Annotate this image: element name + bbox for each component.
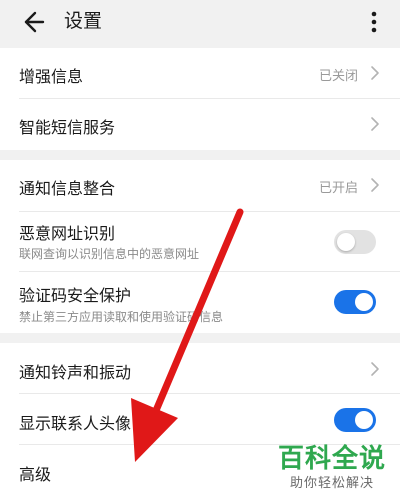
- toggle-knob: [355, 293, 373, 311]
- setting-smart-sms-service[interactable]: 智能短信服务: [0, 99, 400, 150]
- top-app-bar: 设置: [0, 0, 400, 44]
- setting-label: 智能短信服务: [19, 118, 116, 137]
- setting-label: 高级: [19, 465, 52, 484]
- page-title: 设置: [64, 10, 103, 32]
- setting-label: 验证码安全保护: [19, 286, 132, 305]
- setting-label: 通知信息整合: [19, 179, 116, 198]
- setting-verification-code-protection: 验证码安全保护 禁止第三方应用读取和使用验证码信息: [0, 272, 400, 333]
- setting-status: 已关闭: [318, 69, 358, 84]
- setting-label: 通知铃声和振动: [19, 363, 132, 382]
- setting-label: 增强信息: [19, 67, 84, 86]
- setting-label: 显示联系人头像: [19, 414, 132, 433]
- setting-notification-ringtone[interactable]: 通知铃声和振动: [0, 343, 400, 394]
- toggle-knob: [355, 411, 373, 429]
- watermark-logo: 百科全说 助你轻松解决: [276, 438, 388, 496]
- setting-enhanced-messages[interactable]: 增强信息 已关闭: [0, 48, 400, 99]
- toggle-knob: [337, 233, 355, 251]
- more-vertical-icon[interactable]: [362, 8, 386, 36]
- watermark-tagline: 助你轻松解决: [289, 476, 374, 491]
- chevron-right-icon: [371, 178, 379, 192]
- settings-section-1: 增强信息 已关闭 智能短信服务: [0, 48, 400, 150]
- settings-section-2: 通知信息整合 已开启 恶意网址识别 联网查询以识别信息中的恶意网址 验证码安全保…: [0, 160, 400, 333]
- malicious-url-toggle[interactable]: [334, 230, 376, 254]
- setting-label: 恶意网址识别: [19, 224, 116, 243]
- contact-avatar-toggle[interactable]: [334, 408, 376, 432]
- chevron-right-icon: [371, 66, 379, 80]
- setting-description: 禁止第三方应用读取和使用验证码信息: [19, 310, 224, 324]
- chevron-right-icon: [371, 362, 379, 376]
- setting-status: 已开启: [318, 181, 358, 196]
- setting-malicious-url-detection: 恶意网址识别 联网查询以识别信息中的恶意网址: [0, 212, 400, 272]
- setting-description: 联网查询以识别信息中的恶意网址: [19, 247, 200, 261]
- verification-code-toggle[interactable]: [334, 290, 376, 314]
- setting-notification-merge[interactable]: 通知信息整合 已开启: [0, 160, 400, 212]
- watermark-logo-text: 百科全说: [277, 444, 386, 474]
- chevron-right-icon: [371, 117, 379, 131]
- arrow-left-icon[interactable]: [18, 8, 46, 36]
